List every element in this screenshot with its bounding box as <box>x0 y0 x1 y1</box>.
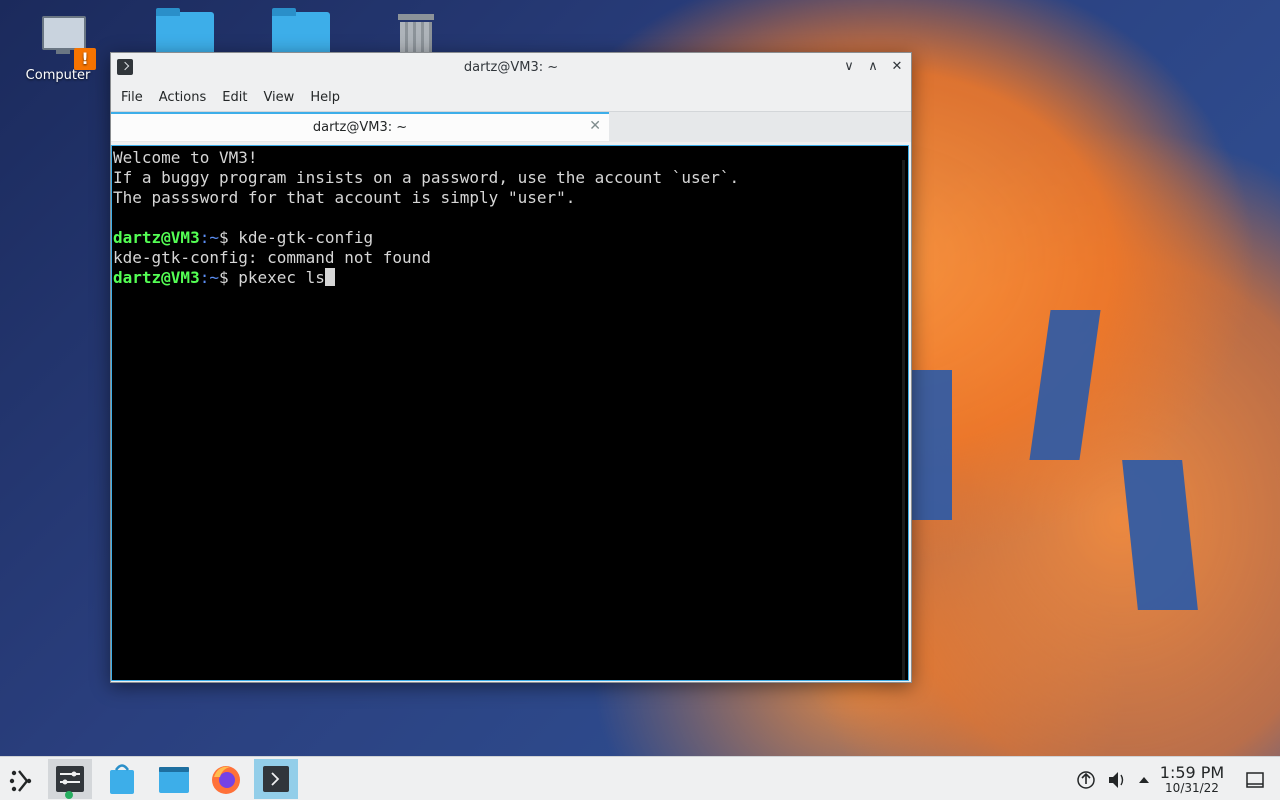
prompt-suffix: $ <box>218 268 239 287</box>
tray-update-notifier[interactable] <box>1074 759 1098 799</box>
app-launcher-button[interactable] <box>0 759 44 799</box>
menu-bar: File Actions Edit View Help <box>111 83 911 111</box>
folder-icon <box>159 767 189 793</box>
konsole-window[interactable]: dartz@VM3: ~ ∨ ∧ ✕ File Actions Edit Vie… <box>110 52 912 683</box>
command-input[interactable]: pkexec ls <box>238 268 325 287</box>
tray-volume[interactable] <box>1104 759 1128 799</box>
clock-time[interactable]: 1:59 PM <box>1158 763 1226 782</box>
firefox-icon <box>212 766 240 794</box>
taskbar: 1:59 PM 10/31/22 <box>0 756 1280 800</box>
menu-file[interactable]: File <box>113 90 151 105</box>
folder-share-icon <box>262 0 330 52</box>
folder-home-icon <box>146 0 214 52</box>
terminal-line: If a buggy program insists on a password… <box>113 168 740 187</box>
clock-date[interactable]: 10/31/22 <box>1158 781 1226 795</box>
close-button[interactable]: ✕ <box>889 59 905 75</box>
terminal-view[interactable]: Welcome to VM3! If a buggy program insis… <box>111 145 909 681</box>
tray-expand-button[interactable] <box>1134 759 1154 799</box>
taskbar-file-manager[interactable] <box>152 759 196 799</box>
terminal-output-line: kde-gtk-config: command not found <box>113 248 431 267</box>
taskbar-system-settings[interactable] <box>48 759 92 799</box>
discover-store-icon <box>110 764 134 794</box>
taskbar-konsole[interactable] <box>254 759 298 799</box>
show-desktop-button[interactable] <box>1240 759 1270 799</box>
prompt-user: dartz@VM3 <box>113 268 200 287</box>
terminal-prompt-line: dartz@VM3:~$ pkexec ls <box>113 268 908 288</box>
menu-view[interactable]: View <box>255 90 302 105</box>
terminal-cursor <box>324 268 335 286</box>
terminal-line: Welcome to VM3! <box>113 148 258 167</box>
terminal-line: The passsword for that account is simply… <box>113 188 576 207</box>
terminal-prompt-line: dartz@VM3:~$ kde-gtk-config <box>113 228 908 248</box>
menu-help[interactable]: Help <box>302 90 348 105</box>
minimize-button[interactable]: ∨ <box>841 59 857 75</box>
terminal-icon <box>263 766 289 792</box>
volume-icon <box>1109 772 1124 788</box>
window-titlebar[interactable]: dartz@VM3: ~ ∨ ∧ ✕ <box>111 53 911 83</box>
tab-bar: dartz@VM3: ~ ✕ <box>111 111 911 142</box>
tab-label: dartz@VM3: ~ <box>312 120 408 135</box>
desktop-icon-computer[interactable]: ! Computer <box>18 14 98 83</box>
tab-close-button[interactable]: ✕ <box>589 118 601 134</box>
prompt-path: :~ <box>199 228 219 247</box>
command-text: kde-gtk-config <box>238 228 374 247</box>
window-title: dartz@VM3: ~ <box>463 60 559 75</box>
kde-launcher-icon <box>9 770 32 792</box>
prompt-path: :~ <box>199 268 219 287</box>
taskbar-discover[interactable] <box>100 759 144 799</box>
wallpaper-shape <box>1029 310 1101 460</box>
trash-icon <box>378 0 434 54</box>
prompt-suffix: $ <box>218 228 239 247</box>
chevron-up-icon <box>1139 777 1149 783</box>
menu-actions[interactable]: Actions <box>151 90 215 105</box>
maximize-button[interactable]: ∧ <box>865 59 881 75</box>
wallpaper-shape <box>912 370 952 520</box>
wallpaper-shape <box>1122 460 1198 610</box>
desktop-icon-label: Computer <box>25 68 91 83</box>
terminal-scrollbar[interactable] <box>902 160 905 680</box>
prompt-user: dartz@VM3 <box>113 228 200 247</box>
desktop-icon-shared-folder[interactable] <box>250 0 330 54</box>
taskbar-firefox[interactable] <box>204 759 248 799</box>
computer-icon: ! <box>30 14 96 70</box>
update-icon <box>1077 771 1095 789</box>
show-desktop-icon <box>1246 772 1264 788</box>
settings-icon <box>56 766 84 799</box>
menu-edit[interactable]: Edit <box>214 90 255 105</box>
desktop-icon-trash[interactable] <box>366 0 446 54</box>
tab-terminal[interactable]: dartz@VM3: ~ ✕ <box>111 112 609 141</box>
desktop-icon-home-folder[interactable] <box>134 0 214 54</box>
